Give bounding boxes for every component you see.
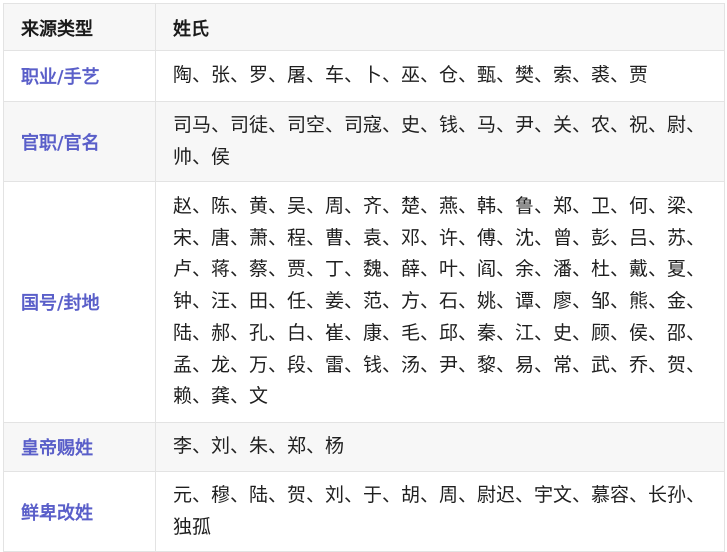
- table-header-row: 来源类型 姓氏: [3, 3, 725, 51]
- table-row: 国号/封地 赵、陈、黄、吴、周、齐、楚、燕、韩、鲁、郑、卫、何、梁、宋、唐、萧、…: [3, 181, 725, 423]
- row-type-xianbei: 鲜卑改姓: [3, 471, 156, 552]
- row-names-state: 赵、陈、黄、吴、周、齐、楚、燕、韩、鲁、郑、卫、何、梁、宋、唐、萧、程、曹、袁、…: [155, 181, 725, 423]
- table-row: 鲜卑改姓 元、穆、陆、贺、刘、于、胡、周、尉迟、宇文、慕容、长孙、独孤: [3, 471, 725, 552]
- row-type-state: 国号/封地: [3, 181, 156, 423]
- row-names-official: 司马、司徒、司空、司寇、史、钱、马、尹、关、农、祝、尉、帅、侯: [155, 101, 725, 182]
- row-names-imperial: 李、刘、朱、郑、杨: [155, 422, 725, 472]
- row-names-xianbei: 元、穆、陆、贺、刘、于、胡、周、尉迟、宇文、慕容、长孙、独孤: [155, 471, 725, 552]
- row-type-occupation: 职业/手艺: [3, 50, 156, 102]
- surname-origin-table: 来源类型 姓氏 职业/手艺 陶、张、罗、屠、车、卜、巫、仓、甄、樊、索、裘、贾 …: [3, 3, 725, 552]
- table-row: 皇帝赐姓 李、刘、朱、郑、杨: [3, 422, 725, 472]
- row-names-occupation: 陶、张、罗、屠、车、卜、巫、仓、甄、樊、索、裘、贾: [155, 50, 725, 102]
- row-type-imperial: 皇帝赐姓: [3, 422, 156, 472]
- table-row: 职业/手艺 陶、张、罗、屠、车、卜、巫、仓、甄、樊、索、裘、贾: [3, 50, 725, 102]
- table-row: 官职/官名 司马、司徒、司空、司寇、史、钱、马、尹、关、农、祝、尉、帅、侯: [3, 101, 725, 182]
- header-surnames: 姓氏: [155, 3, 725, 51]
- row-type-official: 官职/官名: [3, 101, 156, 182]
- header-source-type: 来源类型: [3, 3, 156, 51]
